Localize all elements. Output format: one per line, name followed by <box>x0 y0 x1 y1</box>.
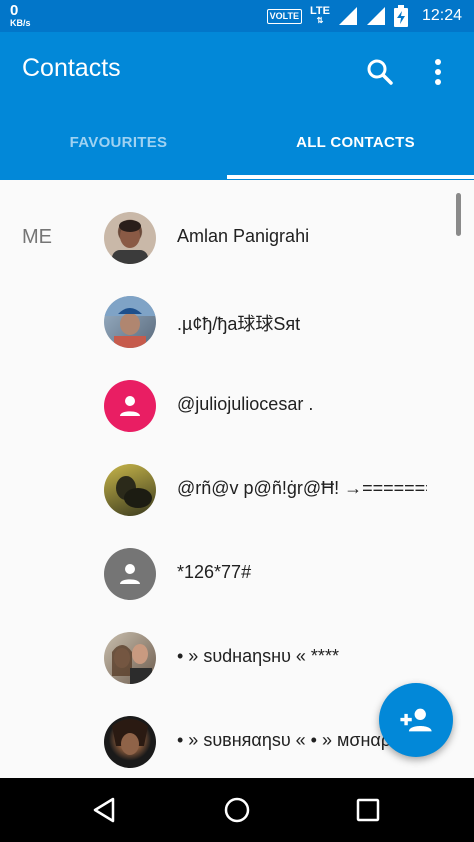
avatar <box>104 548 156 600</box>
status-bar: 0 KB/s VOLTE LTE ⇅ 12:24 <box>0 0 474 32</box>
person-icon <box>120 396 140 416</box>
data-arrows-icon: ⇅ <box>316 16 324 25</box>
contact-name: Amlan Panigrahi <box>177 226 310 246</box>
app-bar: Contacts FAVOURITES ALL CONTACTS <box>0 32 474 180</box>
home-button[interactable] <box>217 792 257 828</box>
contact-name: *126*77# <box>177 562 252 582</box>
add-person-icon <box>400 708 432 732</box>
avatar <box>104 632 156 684</box>
tab-indicator <box>227 175 474 179</box>
home-icon <box>224 797 250 823</box>
list-item[interactable]: .µ¢ђ/ђa球球Sяt <box>0 280 474 364</box>
search-icon <box>367 59 393 85</box>
signal-icon-2 <box>366 7 385 25</box>
back-icon <box>93 797 115 823</box>
clock: 12:24 <box>421 7 462 24</box>
net-speed: 0 KB/s <box>10 3 31 28</box>
net-speed-value: 0 <box>10 2 19 19</box>
avatar <box>104 212 156 264</box>
avatar <box>104 296 156 348</box>
contact-name: @juliojuliocesar . <box>177 394 314 414</box>
search-button[interactable] <box>360 52 400 92</box>
list-item[interactable]: @juliojuliocesar . <box>0 364 474 448</box>
net-speed-unit: KB/s <box>10 18 31 28</box>
battery-charging-icon <box>393 5 408 27</box>
signal-icon <box>338 7 357 25</box>
tab-favourites[interactable]: FAVOURITES <box>0 120 237 180</box>
more-options-button[interactable] <box>422 52 454 92</box>
recents-icon <box>356 798 380 822</box>
avatar <box>104 716 156 768</box>
scrollbar[interactable] <box>456 193 461 236</box>
contact-name: • » ѕυdнaηѕнυ « **** <box>177 646 339 666</box>
recents-button[interactable] <box>348 792 388 828</box>
avatar-photo <box>104 296 156 348</box>
person-icon <box>120 564 140 584</box>
list-item[interactable]: Amlan Panigrahi <box>0 196 474 280</box>
list-item[interactable]: @rñ@v p@ñ!ġr@Ħ! →=======.. <box>0 448 474 532</box>
tab-all-contacts[interactable]: ALL CONTACTS <box>237 120 474 180</box>
avatar-photo <box>112 719 148 755</box>
back-button[interactable] <box>84 792 124 828</box>
avatar-photo <box>112 220 148 264</box>
list-item[interactable]: *126*77# <box>0 532 474 616</box>
navigation-bar <box>0 778 474 842</box>
page-title: Contacts <box>22 54 121 82</box>
volte-badge: VOLTE <box>266 8 302 24</box>
contact-name: @rñ@v p@ñ!ġr@Ħ! →=======.. <box>177 478 427 498</box>
avatar-photo <box>112 644 152 684</box>
status-icons: VOLTE LTE ⇅ 12:24 <box>266 0 462 32</box>
lte-indicator: LTE ⇅ <box>310 6 330 26</box>
avatar-photo <box>116 476 152 508</box>
avatar <box>104 380 156 432</box>
add-contact-button[interactable] <box>379 683 453 757</box>
avatar <box>104 464 156 516</box>
more-vert-icon <box>435 59 441 85</box>
contact-name: .µ¢ђ/ђa球球Sяt <box>177 314 301 334</box>
